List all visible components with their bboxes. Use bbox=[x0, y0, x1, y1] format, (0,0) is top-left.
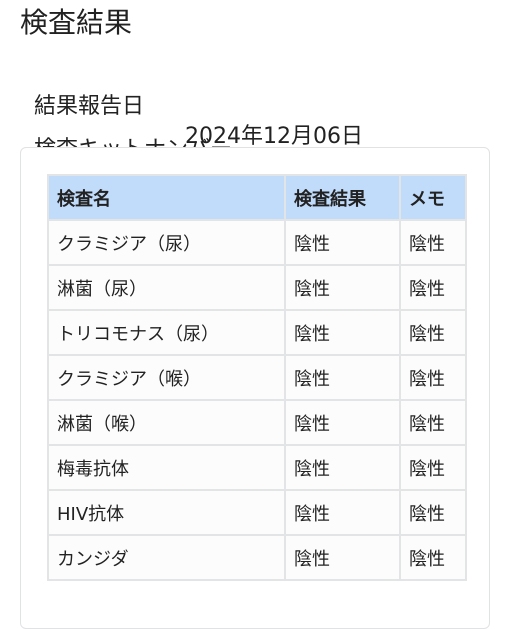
cell-memo: 陰性 bbox=[399, 399, 467, 446]
cell-result: 陰性 bbox=[284, 309, 401, 356]
header-test-name: 検査名 bbox=[47, 174, 286, 221]
cell-test-name: クラミジア（喉） bbox=[47, 354, 286, 401]
cell-result: 陰性 bbox=[284, 444, 401, 491]
table-row: 淋菌（尿） 陰性 陰性 bbox=[47, 264, 467, 311]
cell-memo: 陰性 bbox=[399, 354, 467, 401]
header-result: 検査結果 bbox=[284, 174, 401, 221]
results-card: 検査名 検査結果 メモ クラミジア（尿） 陰性 陰性 淋菌（尿） 陰性 陰性 トリコモナス（… bbox=[20, 147, 490, 629]
cell-memo: 陰性 bbox=[399, 444, 467, 491]
cell-result: 陰性 bbox=[284, 354, 401, 401]
cell-test-name: 淋菌（喉） bbox=[47, 399, 286, 446]
cell-result: 陰性 bbox=[284, 534, 401, 581]
cell-memo: 陰性 bbox=[399, 309, 467, 356]
table-row: HIV抗体 陰性 陰性 bbox=[47, 489, 467, 536]
table-row: 淋菌（喉） 陰性 陰性 bbox=[47, 399, 467, 446]
cell-result: 陰性 bbox=[284, 489, 401, 536]
page-title: 検査結果 bbox=[20, 6, 133, 39]
cell-memo: 陰性 bbox=[399, 264, 467, 311]
cell-result: 陰性 bbox=[284, 399, 401, 446]
results-table: 検査名 検査結果 メモ クラミジア（尿） 陰性 陰性 淋菌（尿） 陰性 陰性 トリコモナス（… bbox=[47, 174, 467, 581]
cell-test-name: クラミジア（尿） bbox=[47, 219, 286, 266]
cell-test-name: カンジダ bbox=[47, 534, 286, 581]
cell-result: 陰性 bbox=[284, 264, 401, 311]
header-memo: メモ bbox=[399, 174, 467, 221]
cell-test-name: HIV抗体 bbox=[47, 489, 286, 536]
table-header-row: 検査名 検査結果 メモ bbox=[47, 174, 467, 221]
table-row: クラミジア（尿） 陰性 陰性 bbox=[47, 219, 467, 266]
cell-memo: 陰性 bbox=[399, 489, 467, 536]
cell-test-name: トリコモナス（尿） bbox=[47, 309, 286, 356]
table-row: カンジダ 陰性 陰性 bbox=[47, 534, 467, 581]
cell-memo: 陰性 bbox=[399, 219, 467, 266]
cell-memo: 陰性 bbox=[399, 534, 467, 581]
table-row: トリコモナス（尿） 陰性 陰性 bbox=[47, 309, 467, 356]
cell-test-name: 梅毒抗体 bbox=[47, 444, 286, 491]
cell-test-name: 淋菌（尿） bbox=[47, 264, 286, 311]
cell-result: 陰性 bbox=[284, 219, 401, 266]
table-row: クラミジア（喉） 陰性 陰性 bbox=[47, 354, 467, 401]
table-row: 梅毒抗体 陰性 陰性 bbox=[47, 444, 467, 491]
